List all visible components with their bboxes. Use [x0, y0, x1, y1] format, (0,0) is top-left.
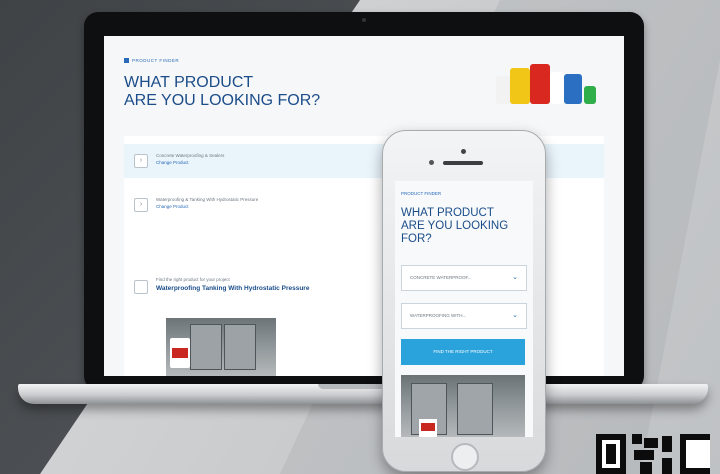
- phone-screen: PRODUCT FINDER WHAT PRODUCT ARE YOU LOOK…: [395, 181, 533, 437]
- door-shape: [190, 324, 222, 370]
- product-can: [170, 338, 190, 368]
- result-title[interactable]: Waterproofing Tanking With Hydrostatic P…: [156, 285, 309, 292]
- laptop-screen: PRODUCT FINDER WHAT PRODUCT ARE YOU LOOK…: [84, 12, 644, 390]
- page-title: WHAT PRODUCT ARE YOU LOOKING FOR?: [124, 74, 384, 110]
- qr-block: [662, 436, 672, 452]
- phone-result-image[interactable]: [401, 375, 525, 437]
- bottle-white-2: [550, 72, 564, 104]
- chevron-down-icon: ⌄: [512, 274, 518, 281]
- product-can: [419, 419, 437, 437]
- door-shape: [224, 324, 256, 370]
- qr-code: [584, 430, 720, 474]
- find-label: Find the right product for your project: [156, 277, 230, 282]
- product-bottles-image: [494, 58, 604, 104]
- laptop-display: PRODUCT FINDER WHAT PRODUCT ARE YOU LOOK…: [104, 36, 624, 376]
- home-button[interactable]: [451, 443, 479, 471]
- qr-block: [686, 440, 710, 468]
- phone: PRODUCT FINDER WHAT PRODUCT ARE YOU LOOK…: [382, 130, 546, 472]
- row-text: Waterproofing & Tanking With Hydrostatic…: [156, 197, 259, 202]
- qr-block: [644, 438, 658, 448]
- change-link[interactable]: Change Product: [156, 160, 189, 165]
- bottle-red: [530, 64, 550, 104]
- can-label: [172, 348, 188, 358]
- row-text: Concrete Waterproofing & Sealers: [156, 153, 225, 158]
- qr-block: [640, 462, 652, 474]
- step-icon: ›: [134, 198, 148, 212]
- bottle-yellow: [510, 68, 530, 104]
- phone-title: WHAT PRODUCT ARE YOU LOOKING FOR?: [401, 207, 525, 246]
- phone-title-line-1: WHAT PRODUCT: [401, 207, 494, 219]
- phone-sensor: [429, 160, 434, 165]
- phone-title-line-3: FOR?: [401, 233, 432, 245]
- button-label: FIND THE RIGHT PRODUCT: [433, 349, 493, 354]
- phone-camera: [461, 149, 466, 154]
- step-icon: ›: [134, 154, 148, 168]
- phone-brand[interactable]: PRODUCT FINDER: [401, 191, 441, 196]
- brand-text: PRODUCT FINDER: [132, 58, 180, 63]
- title-line-2: ARE YOU LOOKING FOR?: [124, 92, 321, 109]
- qr-block: [662, 458, 672, 474]
- qr-block: [634, 450, 654, 460]
- laptop-base: [18, 384, 708, 404]
- chevron-down-icon: ⌄: [512, 312, 518, 319]
- step-icon: [134, 280, 148, 294]
- title-line-1: WHAT PRODUCT: [124, 74, 254, 91]
- product-select[interactable]: CONCRETE WATERPROOF... ⌄: [401, 265, 527, 291]
- select-value: CONCRETE WATERPROOF...: [410, 275, 472, 280]
- qr-block: [606, 444, 616, 464]
- door-shape: [457, 383, 493, 435]
- brand-label[interactable]: PRODUCT FINDER: [124, 58, 180, 64]
- bottle-green: [584, 86, 596, 104]
- can-label: [421, 423, 435, 431]
- brand-logo-icon: [124, 58, 129, 64]
- application-select[interactable]: WATERPROOFING WITH... ⌄: [401, 303, 527, 329]
- phone-speaker: [443, 161, 483, 165]
- laptop-camera: [362, 18, 366, 22]
- find-product-button[interactable]: FIND THE RIGHT PRODUCT: [401, 339, 525, 365]
- phone-title-line-2: ARE YOU LOOKING: [401, 220, 509, 232]
- bottle-blue: [564, 74, 582, 104]
- change-link[interactable]: Change Product: [156, 204, 189, 209]
- select-value: WATERPROOFING WITH...: [410, 313, 467, 318]
- result-image[interactable]: [166, 318, 276, 376]
- qr-block: [632, 434, 642, 444]
